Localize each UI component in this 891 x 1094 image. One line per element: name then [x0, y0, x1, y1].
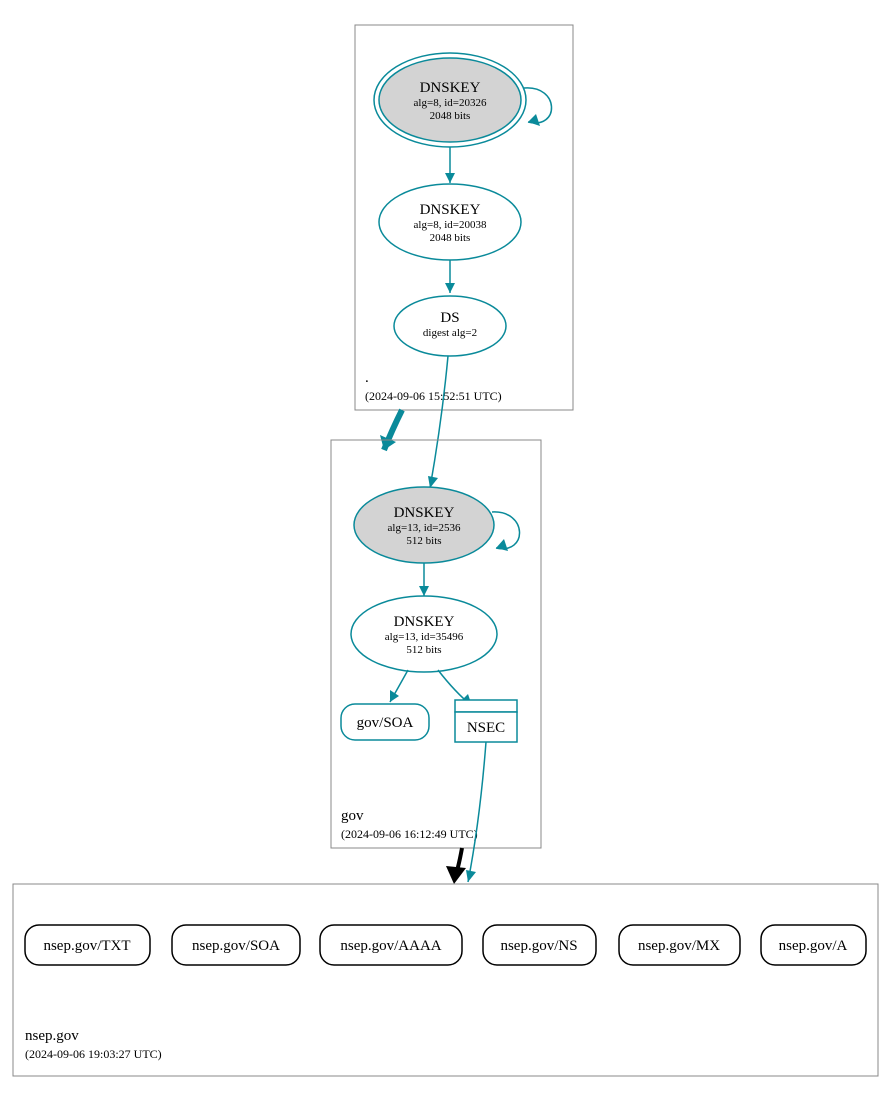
root-ksk-line2: 2048 bits — [430, 110, 471, 122]
arrow-root-zsk-to-ds — [445, 283, 455, 293]
node-gov-nsec: NSEC — [455, 700, 517, 742]
root-zsk-title: DNSKEY — [420, 202, 481, 218]
edge-gov-ksk-self — [492, 512, 520, 549]
arrow-gov-zsk-to-soa — [390, 690, 399, 702]
zone-root-label: . — [365, 370, 369, 386]
root-zsk-line1: alg=8, id=20038 — [414, 219, 487, 231]
node-gov-soa: gov/SOA — [341, 704, 429, 740]
node-gov-zsk: DNSKEY alg=13, id=35496 512 bits — [351, 596, 497, 672]
arrow-root-ksk-to-zsk — [445, 173, 455, 183]
gov-zsk-line1: alg=13, id=35496 — [385, 631, 464, 643]
nsep-ns-title: nsep.gov/NS — [500, 938, 577, 954]
zone-gov-timestamp: (2024-09-06 16:12:49 UTC) — [341, 827, 478, 841]
node-root-zsk: DNSKEY alg=8, id=20038 2048 bits — [379, 184, 521, 260]
arrow-gov-ksk-self — [496, 539, 508, 551]
arrow-gov-ksk-to-zsk — [419, 586, 429, 596]
nsep-txt-title: nsep.gov/TXT — [43, 938, 130, 954]
root-ksk-title: DNSKEY — [420, 80, 481, 96]
gov-nsec-title: NSEC — [467, 720, 505, 736]
root-ds-line1: digest alg=2 — [423, 327, 477, 339]
node-nsep-mx: nsep.gov/MX — [619, 925, 740, 965]
zone-nsep-timestamp: (2024-09-06 19:03:27 UTC) — [25, 1047, 162, 1061]
gov-ksk-title: DNSKEY — [394, 505, 455, 521]
edge-ds-to-gov-ksk — [430, 356, 448, 488]
gov-ksk-line2: 512 bits — [406, 535, 441, 547]
arrow-root-ksk-self — [528, 114, 540, 126]
nsep-aaaa-title: nsep.gov/AAAA — [340, 938, 441, 954]
node-nsep-txt: nsep.gov/TXT — [25, 925, 150, 965]
edge-nsec-to-nsep — [468, 742, 486, 882]
node-nsep-ns: nsep.gov/NS — [483, 925, 596, 965]
node-nsep-soa: nsep.gov/SOA — [172, 925, 300, 965]
node-root-ksk: DNSKEY alg=8, id=20326 2048 bits — [374, 53, 526, 147]
nsep-a-title: nsep.gov/A — [779, 938, 848, 954]
edge-root-ksk-self — [524, 88, 552, 123]
gov-zsk-title: DNSKEY — [394, 614, 455, 630]
root-zsk-line2: 2048 bits — [430, 232, 471, 244]
node-gov-ksk: DNSKEY alg=13, id=2536 512 bits — [354, 487, 494, 563]
gov-soa-title: gov/SOA — [357, 715, 414, 731]
gov-ksk-line1: alg=13, id=2536 — [388, 522, 461, 534]
arrow-ds-to-gov-ksk — [428, 476, 438, 488]
root-ds-title: DS — [440, 310, 459, 326]
nsep-soa-title: nsep.gov/SOA — [192, 938, 280, 954]
zone-root-timestamp: (2024-09-06 15:52:51 UTC) — [365, 389, 502, 403]
node-nsep-aaaa: nsep.gov/AAAA — [320, 925, 462, 965]
root-ksk-line1: alg=8, id=20326 — [414, 97, 487, 109]
zone-gov-label: gov — [341, 808, 364, 824]
node-nsep-a: nsep.gov/A — [761, 925, 866, 965]
node-root-ds: DS digest alg=2 — [394, 296, 506, 356]
arrow-gov-to-nsep-heavy — [446, 866, 466, 884]
zone-nsep-label: nsep.gov — [25, 1028, 79, 1044]
gov-zsk-line2: 512 bits — [406, 644, 441, 656]
nsep-mx-title: nsep.gov/MX — [638, 938, 720, 954]
arrow-nsec-to-nsep — [466, 870, 476, 882]
